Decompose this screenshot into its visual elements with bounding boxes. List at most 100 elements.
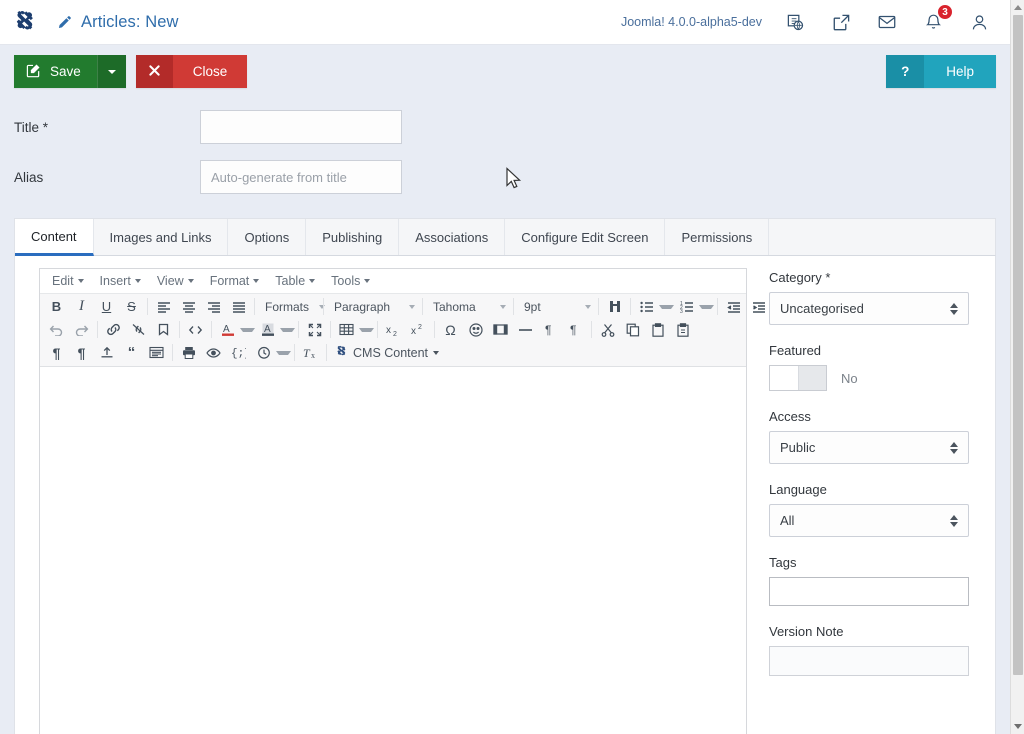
- italic-icon[interactable]: I: [69, 296, 94, 317]
- language-switcher-icon[interactable]: [784, 11, 806, 33]
- notifications-bell-icon[interactable]: 3: [922, 4, 953, 33]
- numbered-list-icon[interactable]: 123: [674, 296, 699, 317]
- menu-table[interactable]: Table: [267, 269, 323, 293]
- copy-icon[interactable]: [620, 319, 645, 340]
- formats-dropdown-label: Formats: [265, 299, 310, 314]
- template-icon[interactable]: [144, 342, 169, 363]
- version-note-input[interactable]: [769, 646, 969, 676]
- tab-options[interactable]: Options: [228, 219, 307, 255]
- align-justify-icon[interactable]: [226, 296, 251, 317]
- show-blocks-icon[interactable]: ¶: [44, 342, 69, 363]
- page-scrollbar[interactable]: [1010, 0, 1024, 734]
- language-select[interactable]: All: [769, 504, 969, 537]
- ltr-icon[interactable]: ¶: [538, 319, 563, 340]
- access-select[interactable]: Public: [769, 431, 969, 464]
- preview-site-icon[interactable]: [830, 11, 852, 33]
- paste-as-text-icon[interactable]: [670, 319, 695, 340]
- toolbar-separator: [172, 344, 173, 361]
- code-sample-icon[interactable]: {;}: [226, 342, 251, 363]
- question-mark-icon[interactable]: ?: [886, 55, 925, 88]
- preview-icon[interactable]: [201, 342, 226, 363]
- chevron-down-icon[interactable]: [276, 350, 291, 355]
- help-button[interactable]: Help: [924, 55, 996, 88]
- table-icon[interactable]: [334, 319, 359, 340]
- save-button[interactable]: Save: [14, 55, 97, 88]
- source-code-icon[interactable]: [183, 319, 208, 340]
- text-color-icon[interactable]: A: [215, 319, 240, 340]
- chevron-down-icon[interactable]: [659, 304, 674, 309]
- search-replace-icon[interactable]: [602, 296, 627, 317]
- joomla-logo-icon[interactable]: [10, 7, 40, 37]
- redo-icon[interactable]: [69, 319, 94, 340]
- chevron-down-icon[interactable]: [699, 304, 714, 309]
- scroll-down-arrow-icon[interactable]: [1011, 719, 1024, 734]
- bullet-list-icon[interactable]: [634, 296, 659, 317]
- emoticon-icon[interactable]: [463, 319, 488, 340]
- align-right-icon[interactable]: [201, 296, 226, 317]
- featured-toggle-on[interactable]: [770, 366, 799, 390]
- font-size-dropdown[interactable]: 9pt: [517, 296, 595, 317]
- paste-icon[interactable]: [645, 319, 670, 340]
- tab-associations[interactable]: Associations: [399, 219, 506, 255]
- outdent-icon[interactable]: [721, 296, 746, 317]
- menu-view[interactable]: View: [149, 269, 202, 293]
- formats-dropdown[interactable]: Formats: [258, 296, 326, 317]
- bold-icon[interactable]: B: [44, 296, 69, 317]
- upload-icon[interactable]: [94, 342, 119, 363]
- link-icon[interactable]: [101, 319, 126, 340]
- paragraph-style-dropdown[interactable]: Paragraph: [327, 296, 419, 317]
- cut-icon[interactable]: [595, 319, 620, 340]
- cms-content-dropdown[interactable]: CMS Content: [330, 345, 444, 361]
- font-family-dropdown[interactable]: Tahoma: [426, 296, 510, 317]
- chevron-down-icon: [134, 279, 141, 283]
- chevron-down-icon[interactable]: [359, 327, 374, 332]
- horizontal-rule-icon[interactable]: [513, 319, 538, 340]
- undo-icon[interactable]: [44, 319, 69, 340]
- tab-content[interactable]: Content: [15, 219, 94, 256]
- tab-publishing[interactable]: Publishing: [306, 219, 400, 255]
- superscript-icon[interactable]: x2: [406, 319, 431, 340]
- strikethrough-icon[interactable]: S: [119, 296, 144, 317]
- featured-toggle[interactable]: [769, 365, 827, 391]
- tab-permissions[interactable]: Permissions: [665, 219, 770, 255]
- fullscreen-icon[interactable]: [302, 319, 327, 340]
- menu-edit[interactable]: Edit: [44, 269, 92, 293]
- messages-icon[interactable]: [876, 11, 898, 33]
- insert-date-icon[interactable]: [251, 342, 276, 363]
- editor-content-area[interactable]: [40, 367, 746, 734]
- clear-formatting-icon[interactable]: Tx: [298, 342, 323, 363]
- menu-tools[interactable]: Tools: [323, 269, 378, 293]
- chevron-down-icon[interactable]: [240, 327, 255, 332]
- close-icon-button[interactable]: [135, 55, 173, 88]
- featured-toggle-off[interactable]: [798, 366, 826, 390]
- user-account-icon[interactable]: [968, 11, 990, 33]
- special-character-icon[interactable]: Ω: [438, 319, 463, 340]
- anchor-icon[interactable]: [151, 319, 176, 340]
- scroll-up-arrow-icon[interactable]: [1011, 0, 1024, 15]
- chevron-down-icon[interactable]: [280, 327, 295, 332]
- media-icon[interactable]: [488, 319, 513, 340]
- unlink-icon[interactable]: [126, 319, 151, 340]
- background-color-icon[interactable]: A: [255, 319, 280, 340]
- paragraph-mark-icon[interactable]: ¶: [69, 342, 94, 363]
- select-spinner-icon: [950, 514, 958, 527]
- menu-format[interactable]: Format: [202, 269, 268, 293]
- align-center-icon[interactable]: [176, 296, 201, 317]
- rtl-icon[interactable]: ¶: [563, 319, 588, 340]
- save-dropdown-button[interactable]: [96, 55, 126, 88]
- align-left-icon[interactable]: [151, 296, 176, 317]
- underline-icon[interactable]: U: [94, 296, 119, 317]
- menu-insert[interactable]: Insert: [92, 269, 149, 293]
- tab-configure-edit-screen[interactable]: Configure Edit Screen: [505, 219, 666, 255]
- tab-images-and-links[interactable]: Images and Links: [94, 219, 229, 255]
- tags-input[interactable]: [769, 577, 969, 606]
- scrollbar-thumb[interactable]: [1013, 15, 1023, 675]
- category-select[interactable]: Uncategorised: [769, 292, 969, 325]
- blockquote-icon[interactable]: “: [119, 342, 144, 363]
- title-input[interactable]: [200, 110, 402, 144]
- alias-input[interactable]: [200, 160, 402, 194]
- subscript-icon[interactable]: x2: [381, 319, 406, 340]
- print-icon[interactable]: [176, 342, 201, 363]
- close-button[interactable]: Close: [172, 55, 248, 88]
- toolbar-separator: [298, 321, 299, 338]
